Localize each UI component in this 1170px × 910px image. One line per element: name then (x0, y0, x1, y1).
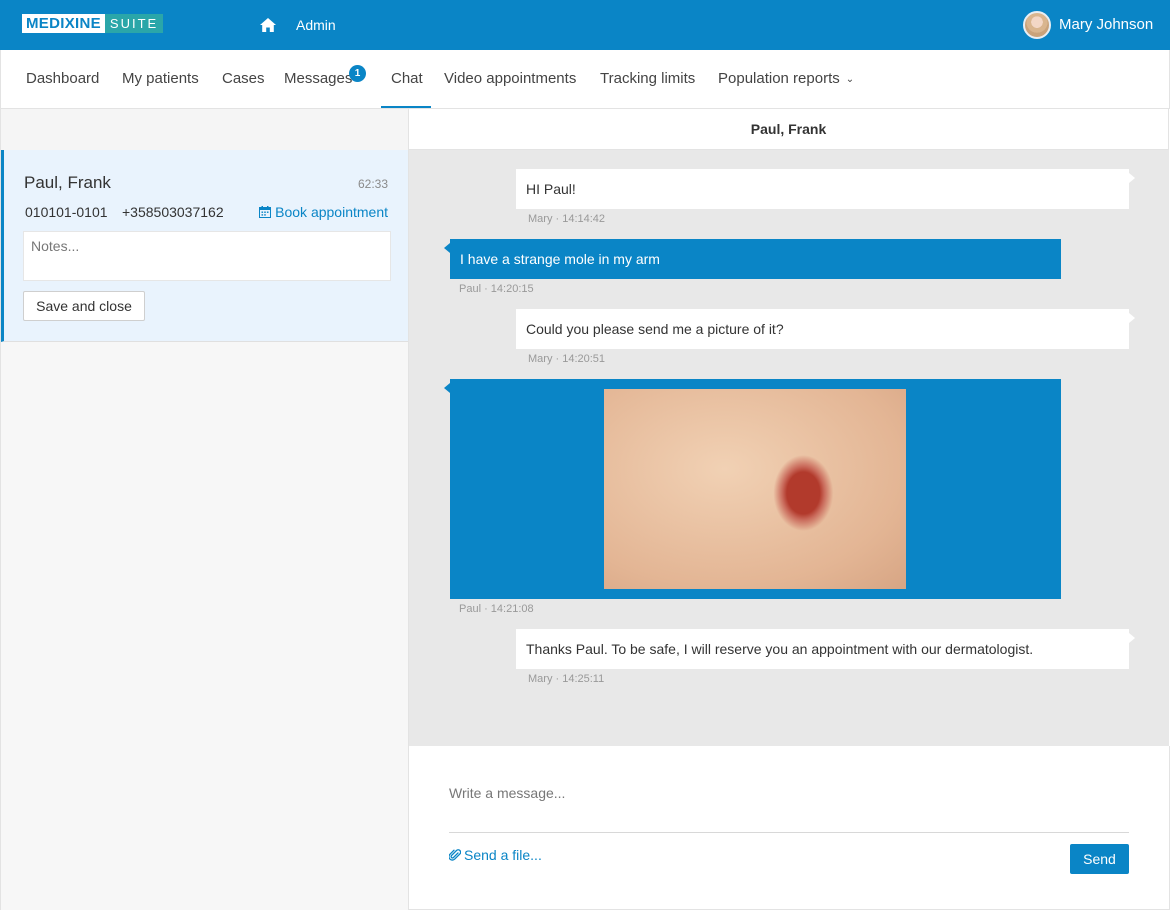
message-meta: Paul · 14:20:15 (459, 283, 534, 295)
chevron-down-icon: ⌄ (845, 74, 855, 85)
book-appointment-link[interactable]: Book appointment (259, 204, 388, 220)
admin-link[interactable]: Admin (296, 17, 336, 33)
message-bubble-incoming: I have a strange mole in my arm (444, 239, 1061, 279)
messages-count-badge: 1 (349, 65, 366, 82)
composer-divider (449, 832, 1129, 833)
save-and-close-button[interactable]: Save and close (23, 291, 145, 321)
bubble-tail (444, 383, 450, 393)
message-meta: Mary · 14:25:11 (528, 673, 605, 685)
nav-my-patients[interactable]: My patients (122, 70, 199, 88)
main-nav: Dashboard My patients Cases Messages Cha… (0, 50, 1170, 109)
send-file-label: Send a file... (464, 847, 542, 863)
bubble-tail (444, 243, 450, 253)
notes-input[interactable] (23, 231, 391, 281)
nav-messages[interactable]: Messages (284, 70, 352, 88)
attached-mole-photo[interactable] (604, 389, 906, 589)
message-bubble-outgoing: Thanks Paul. To be safe, I will reserve … (516, 629, 1135, 669)
message-composer: Send a file... Send (409, 746, 1170, 910)
user-name[interactable]: Mary Johnson (1059, 16, 1153, 34)
home-icon[interactable] (259, 17, 277, 33)
medixine-logo[interactable]: MEDIXINE SUITE (22, 14, 164, 33)
top-bar: MEDIXINE SUITE Admin Mary Johnson (0, 0, 1170, 50)
bubble-tail (1129, 633, 1135, 643)
nav-cases[interactable]: Cases (222, 70, 265, 88)
conversation-timer: 62:33 (357, 177, 388, 191)
nav-dashboard[interactable]: Dashboard (26, 70, 99, 88)
patient-id: 010101-0101 (25, 204, 108, 220)
paperclip-icon (449, 849, 461, 861)
message-meta: Mary · 14:14:42 (528, 213, 606, 225)
send-button[interactable]: Send (1070, 844, 1129, 874)
message-input[interactable] (449, 782, 1129, 804)
patient-name: Paul, Frank (24, 173, 111, 192)
nav-chat[interactable]: Chat (391, 70, 423, 88)
message-text: Could you please send me a picture of it… (526, 321, 784, 337)
message-bubble-incoming-image (444, 379, 1061, 599)
nav-population-reports-label: Population reports (718, 70, 840, 87)
nav-population-reports[interactable]: Population reports ⌄ (718, 70, 854, 89)
send-file-link[interactable]: Send a file... (449, 847, 542, 863)
message-meta: Mary · 14:20:51 (528, 353, 606, 365)
message-bubble-outgoing: HI Paul! (516, 169, 1135, 209)
patient-card[interactable]: Paul, Frank 62:33 010101-0101 +358503037… (1, 150, 408, 342)
message-meta: Paul · 14:21:08 (459, 603, 534, 615)
calendar-icon (259, 206, 272, 218)
message-bubble-outgoing: Could you please send me a picture of it… (516, 309, 1135, 349)
nav-video-appointments[interactable]: Video appointments (444, 70, 576, 88)
bubble-tail (1129, 313, 1135, 323)
bubble-tail (1129, 173, 1135, 183)
book-appointment-label: Book appointment (275, 204, 388, 220)
message-text: HI Paul! (526, 181, 576, 197)
logo-main-text: MEDIXINE (22, 14, 105, 33)
logo-suite-text: SUITE (104, 14, 164, 33)
conversation-list-header (1, 109, 408, 150)
active-tab-indicator (381, 106, 431, 108)
message-text: Thanks Paul. To be safe, I will reserve … (526, 641, 1034, 657)
patient-phone: +358503037162 (122, 204, 224, 220)
nav-tracking-limits[interactable]: Tracking limits (600, 70, 695, 88)
chat-messages-area[interactable]: HI Paul! Mary · 14:14:42 I have a strang… (409, 150, 1169, 746)
message-text: I have a strange mole in my arm (460, 251, 660, 267)
chat-header: Paul, Frank (409, 109, 1169, 150)
user-avatar[interactable] (1023, 11, 1051, 39)
